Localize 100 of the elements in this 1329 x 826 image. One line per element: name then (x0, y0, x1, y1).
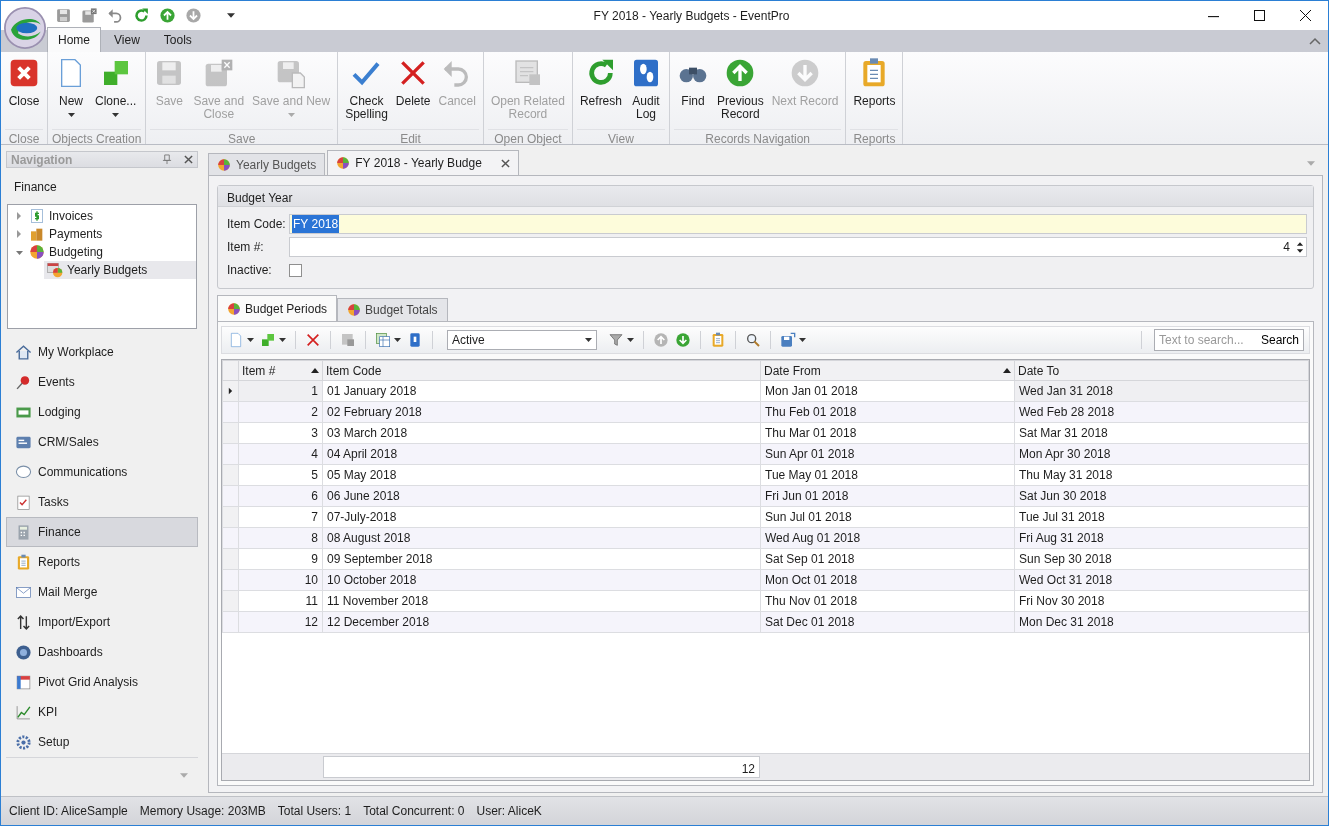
close-icon (8, 57, 40, 89)
save-button[interactable] (55, 7, 72, 24)
delete-button[interactable]: Delete (391, 57, 435, 129)
filter-dropdown[interactable]: Active (447, 330, 597, 350)
sort-icon (311, 368, 319, 373)
field-label: Inactive: (227, 262, 273, 279)
tree-item[interactable]: Payments (26, 225, 106, 243)
tab[interactable]: Budget Totals (337, 298, 448, 321)
move-down-button[interactable] (674, 331, 692, 349)
column-header[interactable]: Item # (238, 360, 323, 381)
panel-title: Navigation (11, 151, 74, 169)
ribbon-group-label: Edit (342, 129, 479, 148)
navigation-item[interactable]: My Workplace (6, 337, 198, 367)
pin-button[interactable] (162, 154, 172, 165)
tree-item[interactable]: Budgeting (26, 243, 107, 261)
field-label: Item #: (227, 239, 265, 256)
edit-row-button[interactable] (339, 331, 357, 349)
more-modules-button[interactable] (180, 773, 188, 778)
navigation-item[interactable]: Reports (6, 547, 198, 577)
previous-record-button[interactable]: Previous Record (713, 57, 768, 129)
column-header[interactable]: Date To (1014, 360, 1309, 381)
navigation-item[interactable]: Communications (6, 457, 198, 487)
navigation-item[interactable]: Import/Export (6, 607, 198, 637)
navigation-item[interactable]: Lodging (6, 397, 198, 427)
caret-icon (1307, 160, 1315, 166)
ribbon-group-label: Save (150, 129, 334, 148)
navigation-item[interactable]: Setup (6, 727, 198, 757)
customize-toolbar-button[interactable] (227, 13, 235, 18)
preview-button[interactable] (744, 331, 762, 349)
previous-record-button[interactable] (159, 7, 176, 24)
column-header[interactable]: Date From (760, 360, 1015, 381)
house-icon (15, 343, 32, 361)
reports-button[interactable]: Reports (849, 57, 900, 129)
status-text: Total Users: 1 (277, 803, 352, 820)
close-icon (184, 155, 193, 164)
navigation-item[interactable]: Tasks (6, 487, 198, 517)
export-button[interactable] (779, 331, 807, 349)
clone-button[interactable]: Clone... (91, 57, 141, 129)
ribbon-tab[interactable]: View (103, 27, 151, 52)
document-tab[interactable]: Yearly Budgets (208, 153, 326, 175)
refresh-button[interactable] (133, 7, 150, 24)
caret-icon (287, 113, 295, 117)
navigation-item[interactable]: Finance (6, 517, 198, 547)
search-field[interactable]: Text to search... Search (1154, 329, 1304, 351)
spinner-icon (1296, 240, 1304, 254)
number-field[interactable]: 4 (289, 237, 1307, 257)
floppy-disk-icon (81, 7, 98, 24)
refresh-button[interactable]: Refresh (575, 57, 626, 129)
close-button[interactable]: Close (4, 57, 44, 129)
table-cell: 04 April 2018 (322, 443, 761, 465)
document-tab[interactable]: FY 2018 - Yearly Budge (327, 150, 519, 175)
table-cell: 3 (238, 422, 323, 444)
columns-button[interactable] (374, 331, 402, 349)
undo-button[interactable] (107, 7, 124, 24)
navigation-item[interactable]: Events (6, 367, 198, 397)
save-and-close-button[interactable] (81, 7, 98, 24)
collapse-ribbon-button[interactable] (1308, 36, 1322, 46)
table-cell: 9 (238, 548, 323, 570)
caret-icon (180, 773, 188, 778)
close-icon (1299, 10, 1311, 21)
table-cell: Mon Dec 31 2018 (1014, 611, 1309, 633)
dollar-icon (29, 208, 45, 224)
column-header[interactable]: Item Code (322, 360, 761, 381)
search-button[interactable]: Search (1260, 331, 1299, 349)
navigation-item[interactable]: CRM/Sales (6, 427, 198, 457)
status-text: Total Concurrent: 0 (363, 803, 465, 820)
tab-list-button[interactable] (1307, 160, 1315, 166)
next-record-button[interactable] (185, 7, 202, 24)
navigation-item[interactable]: Pivot Grid Analysis (6, 667, 198, 697)
move-up-button[interactable] (652, 331, 670, 349)
pie-chart-icon (336, 156, 351, 170)
tab[interactable]: Budget Periods (217, 295, 338, 321)
navigation-item[interactable]: Dashboards (6, 637, 198, 667)
table-cell: 5 (238, 464, 323, 486)
find-button[interactable]: Find (673, 57, 713, 129)
table-cell: Sat Mar 31 2018 (1014, 422, 1309, 444)
audit-log-button[interactable]: Audit Log (626, 57, 666, 129)
check-spelling-button[interactable]: Check Spelling (341, 57, 392, 129)
table-cell: Sat Sep 01 2018 (760, 548, 1015, 570)
table-cell: Tue Jul 31 2018 (1014, 506, 1309, 528)
navigation-item[interactable]: Mail Merge (6, 577, 198, 607)
checkbox[interactable] (289, 263, 302, 277)
table-cell: Wed Feb 28 2018 (1014, 401, 1309, 423)
speech-bubble-icon (15, 463, 32, 481)
delete-row-button[interactable] (304, 331, 322, 349)
new-button[interactable]: New (51, 57, 91, 129)
tree-item[interactable]: Invoices (26, 207, 97, 225)
ribbon-tab[interactable]: Home (47, 27, 101, 52)
clipboard-icon (710, 332, 726, 348)
status-text: Memory Usage: 203MB (139, 803, 266, 820)
clone-row-button[interactable] (259, 331, 287, 349)
tree-item[interactable]: Yearly Budgets (44, 261, 196, 279)
close-panel-button[interactable] (184, 155, 193, 164)
ribbon-tab[interactable]: Tools (152, 27, 203, 52)
filter-button[interactable] (607, 331, 635, 349)
dial-icon (15, 643, 32, 661)
input-field[interactable]: FY 2018 (289, 214, 1307, 234)
caret-icon (247, 338, 254, 342)
pie-chart-icon (227, 301, 241, 316)
navigation-item[interactable]: KPI (6, 697, 198, 727)
